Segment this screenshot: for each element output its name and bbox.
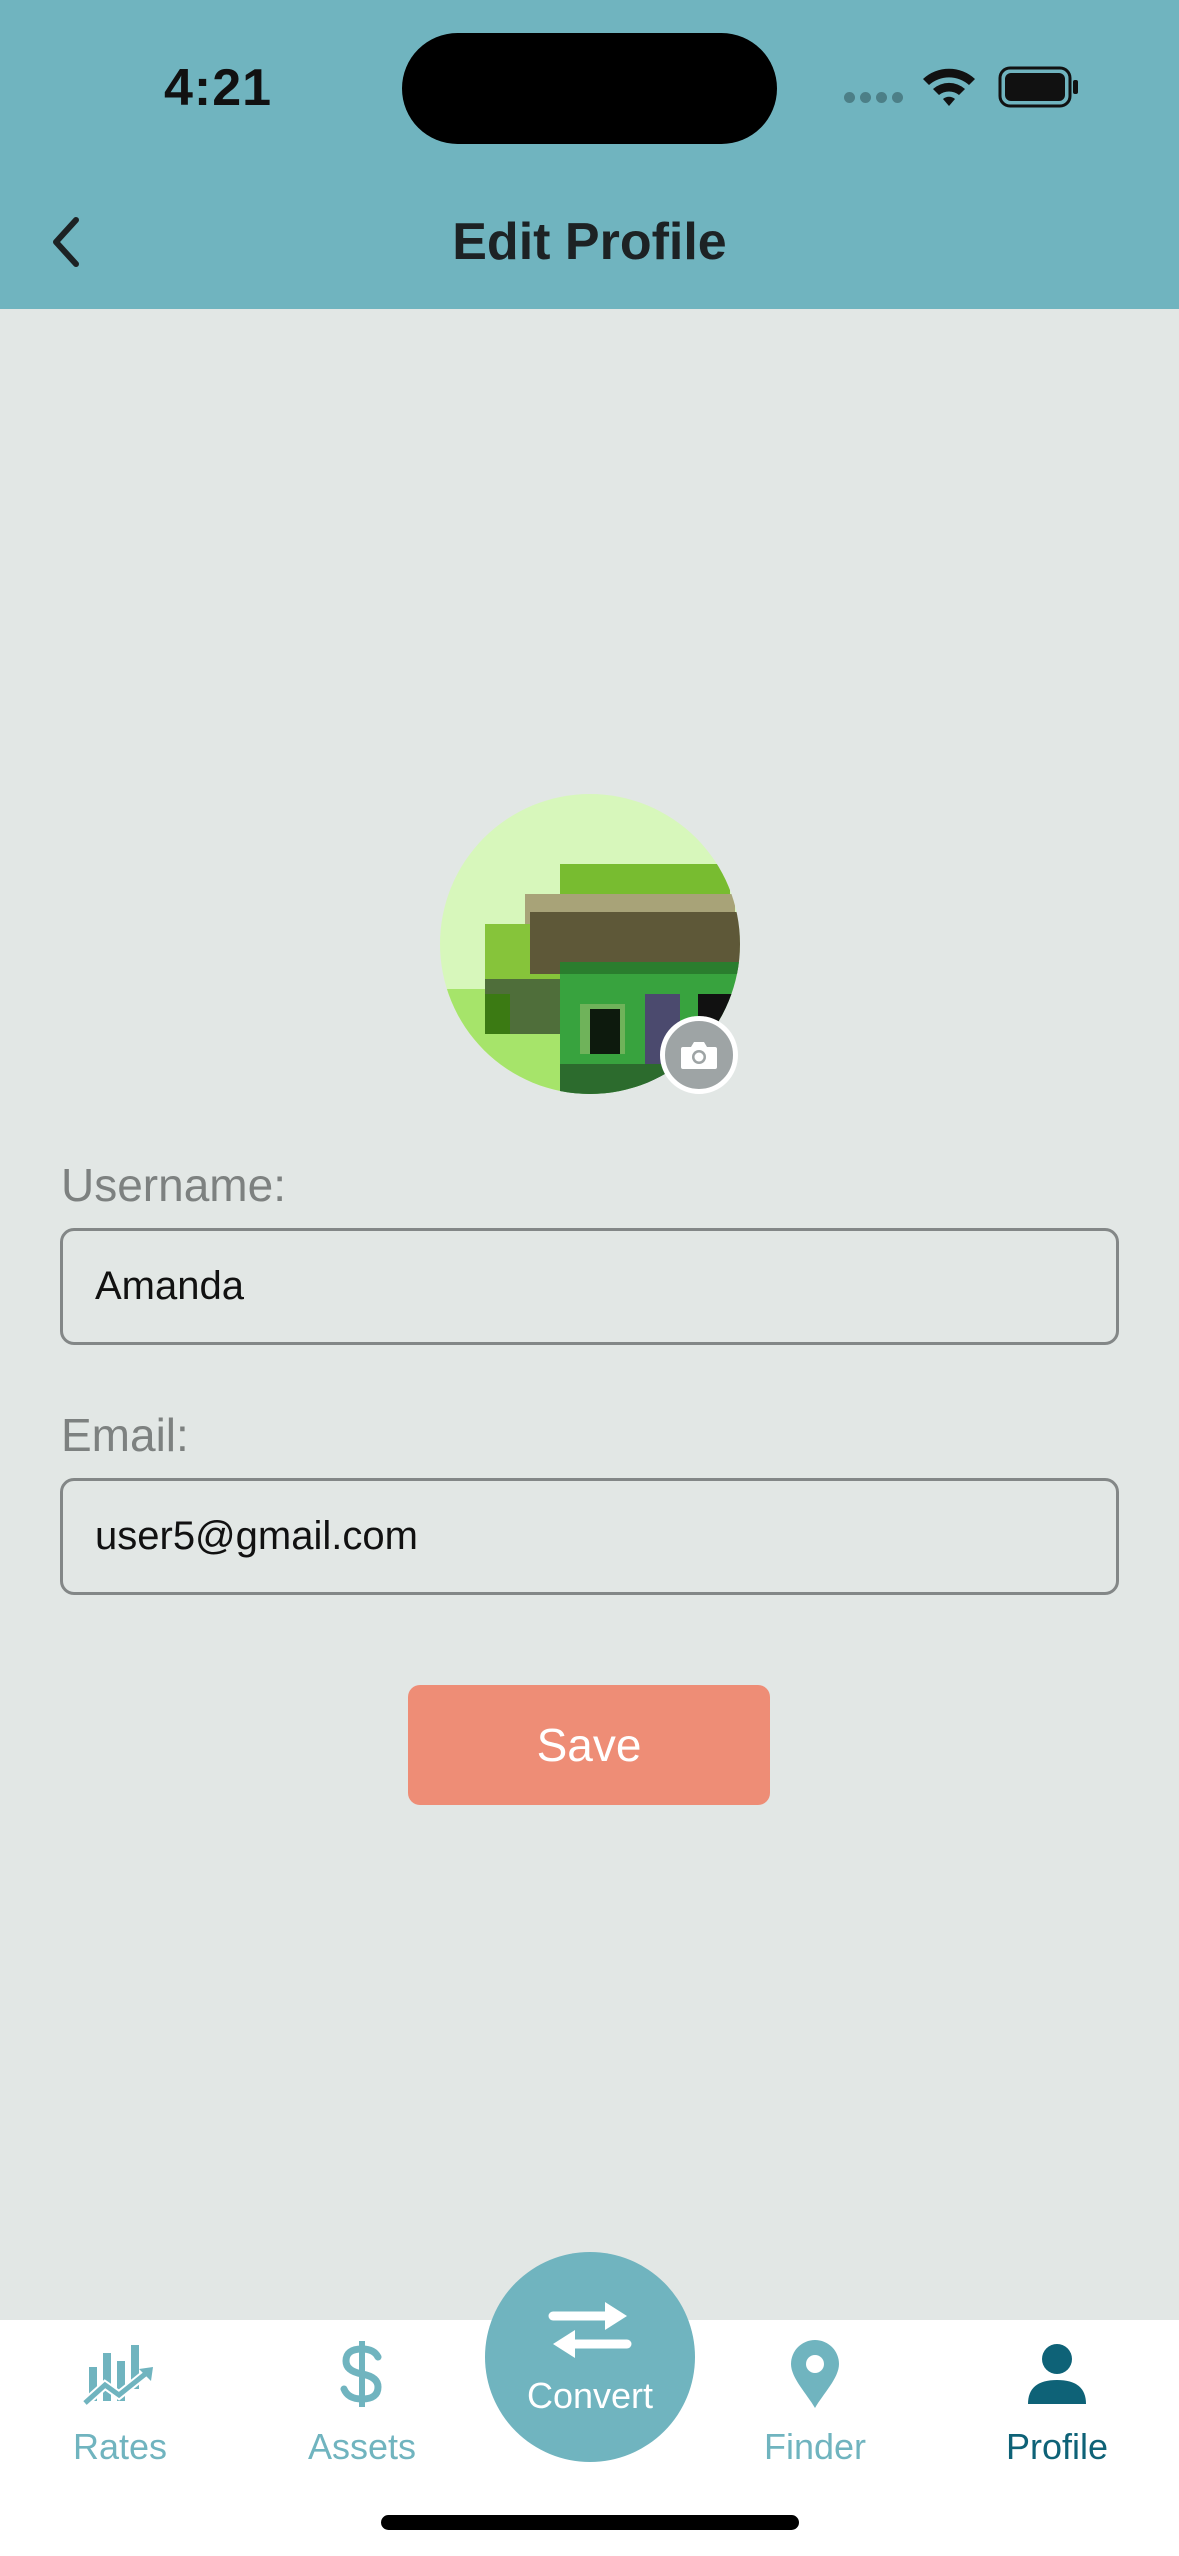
tab-rates-label: Rates: [72, 2426, 168, 2467]
wifi-icon: [920, 64, 978, 113]
tab-convert-label: Convert: [526, 2375, 654, 2416]
swap-arrows-icon: [548, 2302, 632, 2358]
tab-assets-label: Assets: [307, 2426, 417, 2467]
change-photo-button[interactable]: [660, 1016, 738, 1094]
battery-icon: [998, 66, 1080, 113]
status-time: 4:21: [164, 59, 273, 117]
camera-icon: [681, 1042, 717, 1069]
dynamic-island: [402, 33, 777, 144]
email-label: Email:: [61, 1409, 189, 1461]
username-label: Username:: [61, 1159, 286, 1211]
save-button[interactable]: Save: [408, 1685, 770, 1805]
tab-convert[interactable]: Convert: [485, 2252, 695, 2462]
email-input[interactable]: [60, 1478, 1119, 1595]
chart-trend-icon: [83, 2345, 153, 2407]
page-title: Edit Profile: [452, 213, 727, 271]
tab-rates[interactable]: Rates: [10, 2332, 230, 2472]
username-input[interactable]: [60, 1228, 1119, 1345]
map-pin-icon: [791, 2340, 839, 2408]
tab-assets[interactable]: Assets: [252, 2332, 472, 2472]
header-bar: 4:21 Edit Profile: [0, 0, 1179, 309]
tab-profile[interactable]: Profile: [947, 2332, 1167, 2472]
dollar-icon: [340, 2341, 382, 2407]
tab-finder[interactable]: Finder: [705, 2332, 925, 2472]
tab-profile-label: Profile: [1005, 2426, 1109, 2467]
tab-finder-label: Finder: [763, 2426, 867, 2467]
home-indicator: [381, 2515, 799, 2530]
person-icon: [1028, 2344, 1086, 2404]
